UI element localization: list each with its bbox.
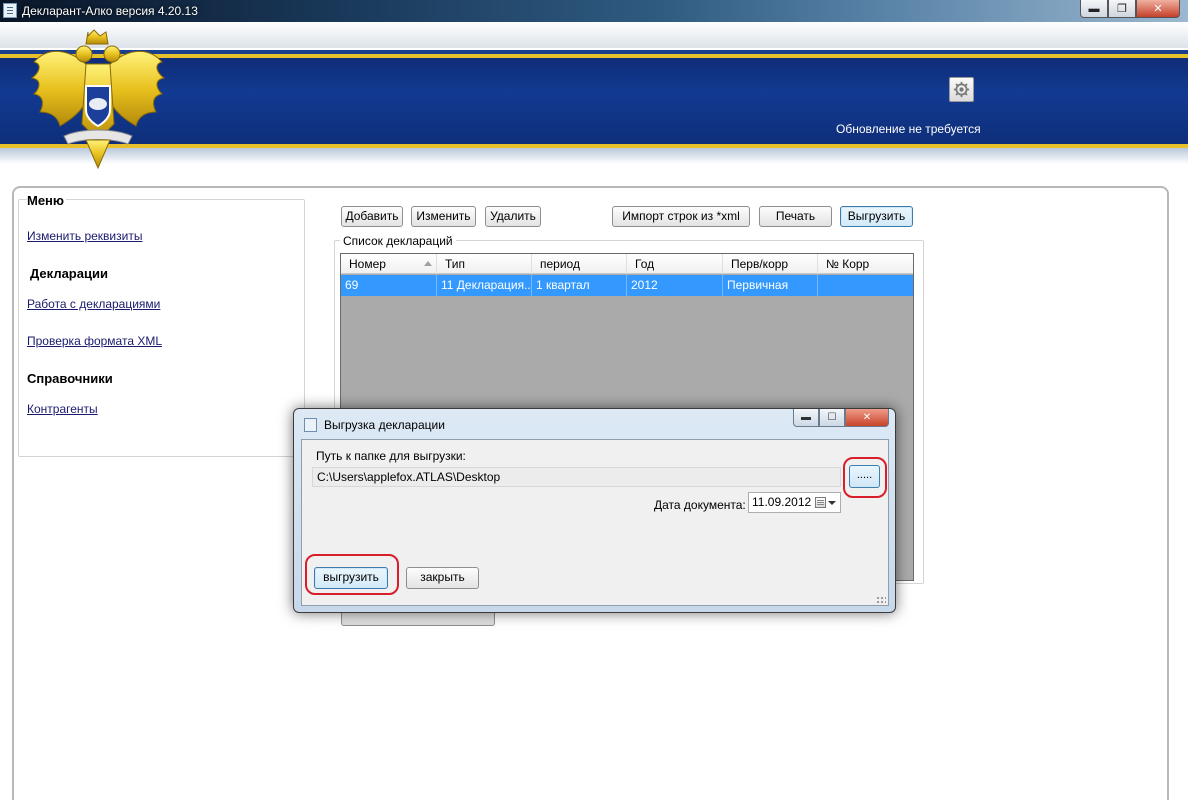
table-header: Номер Тип период Год Перв/корр № Корр xyxy=(341,254,913,274)
browse-highlight-circle xyxy=(843,457,887,498)
dialog-close-action-button[interactable]: закрыть xyxy=(406,567,479,589)
column-header-corr-number[interactable]: № Корр xyxy=(818,254,913,274)
header-banner xyxy=(0,22,1188,164)
calendar-icon[interactable] xyxy=(815,497,826,508)
cell-prim-corr: Первичная xyxy=(723,275,818,296)
chevron-down-icon[interactable] xyxy=(828,501,836,505)
column-header-type[interactable]: Тип xyxy=(437,254,532,274)
menu-title: Меню xyxy=(27,193,67,208)
window-controls: ▬ ❐ ✕ xyxy=(1080,0,1180,18)
cell-period: 1 квартал xyxy=(532,275,627,296)
close-button[interactable]: ✕ xyxy=(1136,0,1180,18)
contractors-link[interactable]: Контрагенты xyxy=(27,402,98,416)
check-xml-format-link[interactable]: Проверка формата XML xyxy=(27,334,162,348)
cell-corr-number xyxy=(818,275,913,296)
references-section-heading: Справочники xyxy=(27,371,113,386)
emblem-logo xyxy=(30,29,166,170)
dialog-maximize-button[interactable]: ☐ xyxy=(819,409,845,427)
app-icon xyxy=(3,3,17,18)
table-row[interactable]: 69 11 Декларация... 1 квартал 2012 Перви… xyxy=(341,275,913,296)
minimize-button[interactable]: ▬ xyxy=(1080,0,1108,18)
maximize-button[interactable]: ❐ xyxy=(1108,0,1136,18)
declarations-list-label: Список деклараций xyxy=(340,234,456,248)
document-date-value: 11.09.2012 xyxy=(752,495,812,509)
dialog-icon xyxy=(304,418,317,432)
cell-type: 11 Декларация... xyxy=(437,275,532,296)
settings-button[interactable] xyxy=(949,77,974,102)
declarations-section-heading: Декларации xyxy=(30,266,108,281)
document-date-label: Дата документа: xyxy=(654,498,746,512)
document-date-picker[interactable]: 11.09.2012 xyxy=(748,492,841,513)
column-header-year[interactable]: Год xyxy=(627,254,723,274)
export-highlight-circle xyxy=(305,554,399,595)
column-header-number[interactable]: Номер xyxy=(341,254,437,274)
cell-year: 2012 xyxy=(627,275,723,296)
edit-button[interactable]: Изменить xyxy=(411,206,476,227)
gear-icon xyxy=(953,81,970,98)
export-path-label: Путь к папке для выгрузки: xyxy=(316,449,466,463)
app-title-bar: Декларант-Алко версия 4.20.13 ▬ ❐ ✕ xyxy=(0,0,1188,22)
resize-grip[interactable] xyxy=(876,596,886,606)
update-status-text: Обновление не требуется xyxy=(836,122,981,136)
column-header-period[interactable]: период xyxy=(532,254,627,274)
delete-button[interactable]: Удалить xyxy=(485,206,541,227)
dialog-close-button[interactable]: ✕ xyxy=(845,409,889,427)
export-button[interactable]: Выгрузить xyxy=(840,206,913,227)
cell-number: 69 xyxy=(341,275,437,296)
work-with-declarations-link[interactable]: Работа с декларациями xyxy=(27,297,160,311)
dialog-window-controls: ▬ ☐ ✕ xyxy=(793,409,889,427)
dialog-title: Выгрузка декларации xyxy=(324,418,445,432)
export-path-input[interactable]: C:\Users\applefox.ATLAS\Desktop xyxy=(312,467,841,487)
column-header-prim-corr[interactable]: Перв/корр xyxy=(723,254,818,274)
window-title: Декларант-Алко версия 4.20.13 xyxy=(22,4,198,18)
add-button[interactable]: Добавить xyxy=(341,206,403,227)
print-button[interactable]: Печать xyxy=(759,206,832,227)
change-requisites-link[interactable]: Изменить реквизиты xyxy=(27,229,142,243)
sort-ascending-icon xyxy=(424,261,432,266)
import-rows-button[interactable]: Импорт строк из *xml xyxy=(612,206,750,227)
dialog-minimize-button[interactable]: ▬ xyxy=(793,409,819,427)
